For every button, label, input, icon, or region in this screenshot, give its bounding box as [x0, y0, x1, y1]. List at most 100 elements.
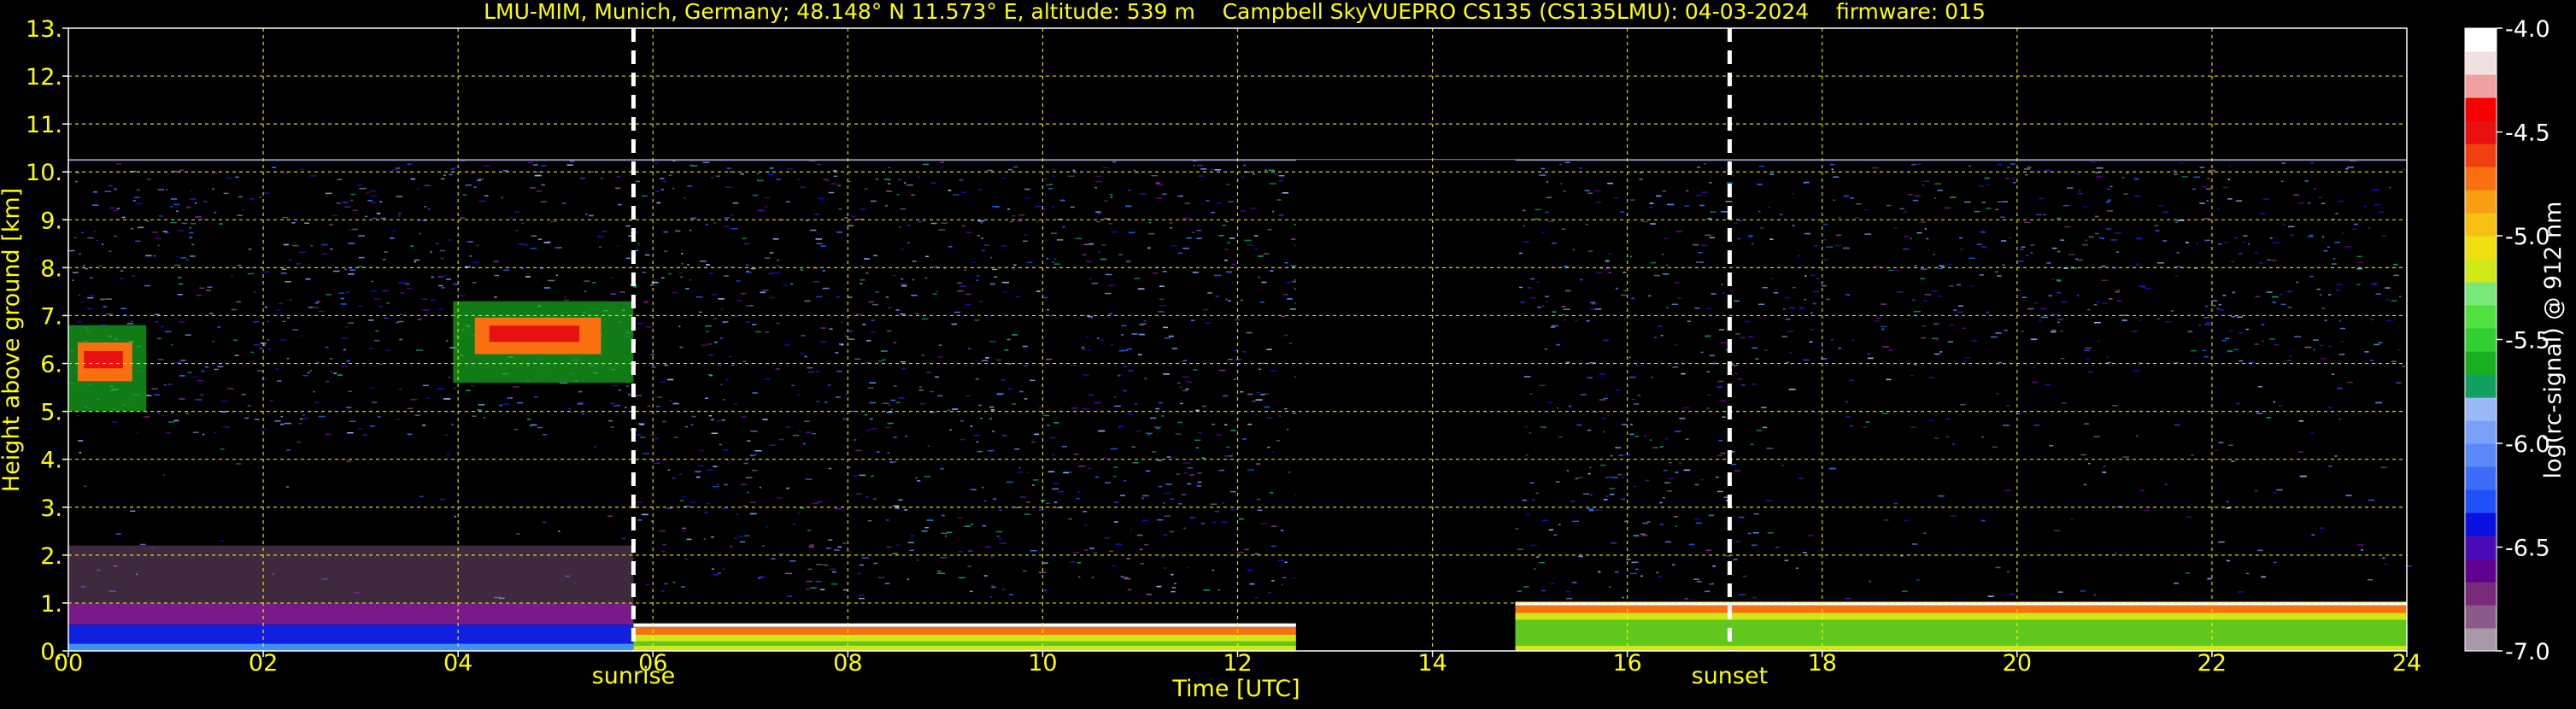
noise-pixel [659, 530, 666, 532]
noise-pixel [2174, 173, 2178, 175]
noise-pixel [1163, 502, 1165, 504]
noise-pixel [2256, 413, 2262, 414]
noise-pixel [1128, 231, 1135, 234]
noise-pixel [348, 273, 355, 275]
noise-pixel [856, 493, 861, 495]
noise-pixel [765, 378, 770, 380]
noise-pixel [419, 495, 424, 498]
noise-pixel [708, 415, 713, 417]
noise-pixel [777, 497, 782, 499]
noise-pixel [302, 414, 305, 416]
noise-pixel [1129, 413, 1133, 415]
noise-pixel [1544, 427, 1547, 429]
noise-pixel [2272, 302, 2276, 303]
noise-pixel [853, 475, 858, 477]
noise-pixel [1225, 220, 1229, 223]
noise-pixel [1230, 430, 1236, 431]
noise-pixel [187, 372, 192, 373]
noise-pixel [1007, 168, 1012, 171]
noise-pixel [870, 475, 874, 478]
noise-pixel [1054, 263, 1060, 265]
noise-pixel [371, 280, 373, 283]
noise-pixel [652, 278, 655, 281]
noise-pixel [1530, 296, 1536, 299]
noise-pixel [844, 217, 848, 219]
noise-pixel [2298, 420, 2304, 422]
noise-pixel [371, 290, 377, 292]
noise-pixel [2328, 466, 2332, 467]
noise-pixel [1270, 370, 1277, 372]
noise-pixel [957, 517, 962, 519]
noise-pixel [1914, 364, 1916, 366]
noise-pixel [1072, 169, 1076, 172]
noise-pixel [1964, 357, 1970, 359]
noise-pixel [678, 325, 681, 327]
noise-pixel [1519, 286, 1523, 289]
noise-pixel [2044, 169, 2051, 172]
noise-pixel [1104, 218, 1111, 220]
noise-pixel [201, 370, 205, 372]
noise-pixel [2353, 223, 2358, 226]
noise-pixel [1534, 568, 1536, 570]
noise-pixel [1855, 217, 1859, 219]
noise-pixel [1781, 465, 1785, 466]
noise-pixel [868, 301, 874, 303]
noise-pixel [1651, 376, 1653, 378]
noise-pixel [314, 302, 319, 304]
noise-pixel [1228, 201, 1234, 202]
noise-pixel [989, 340, 996, 343]
noise-pixel [1104, 200, 1108, 202]
noise-pixel [1748, 336, 1753, 337]
noise-pixel [2222, 186, 2228, 189]
noise-pixel [2313, 349, 2315, 351]
noise-pixel [871, 319, 875, 321]
noise-pixel [303, 418, 309, 419]
noise-pixel [1624, 520, 1628, 523]
noise-pixel [1187, 483, 1192, 485]
noise-pixel [1986, 311, 1989, 313]
noise-pixel [190, 190, 193, 192]
noise-pixel [1523, 209, 1526, 212]
noise-pixel [1088, 349, 1090, 352]
colorbar-segment [2465, 420, 2497, 444]
noise-pixel [897, 179, 902, 181]
noise-pixel [2335, 284, 2343, 285]
noise-pixel [607, 515, 613, 518]
noise-pixel [193, 289, 196, 291]
noise-pixel [1875, 266, 1881, 267]
noise-pixel [1922, 532, 1927, 534]
noise-pixel [2165, 321, 2172, 323]
noise-pixel [1279, 180, 1283, 182]
noise-pixel [1229, 455, 1233, 457]
noise-pixel [859, 265, 864, 267]
noise-pixel [866, 495, 869, 498]
noise-pixel [602, 231, 607, 232]
noise-pixel [2356, 255, 2362, 257]
noise-pixel [1252, 400, 1256, 402]
noise-pixel [982, 524, 986, 527]
noise-pixel [1729, 290, 1734, 292]
noise-pixel [1888, 349, 1893, 351]
noise-pixel [1705, 234, 1711, 236]
noise-pixel [93, 231, 97, 232]
noise-pixel [1083, 374, 1089, 376]
noise-pixel [1087, 316, 1094, 318]
noise-pixel [1136, 534, 1143, 536]
noise-pixel [987, 449, 995, 452]
noise-pixel [2185, 572, 2190, 574]
colorbar-segment [2465, 374, 2497, 398]
noise-pixel [2287, 290, 2292, 293]
noise-pixel [541, 184, 545, 186]
noise-pixel [2266, 417, 2271, 419]
noise-pixel [2347, 167, 2354, 168]
noise-pixel [804, 420, 810, 422]
noise-pixel [884, 205, 889, 207]
noise-pixel [465, 185, 472, 186]
noise-pixel [873, 255, 878, 256]
noise-pixel [376, 213, 381, 214]
noise-pixel [170, 198, 178, 200]
noise-pixel [1580, 278, 1583, 281]
noise-pixel [1939, 265, 1945, 267]
noise-pixel [1525, 454, 1529, 456]
noise-pixel [612, 384, 619, 387]
